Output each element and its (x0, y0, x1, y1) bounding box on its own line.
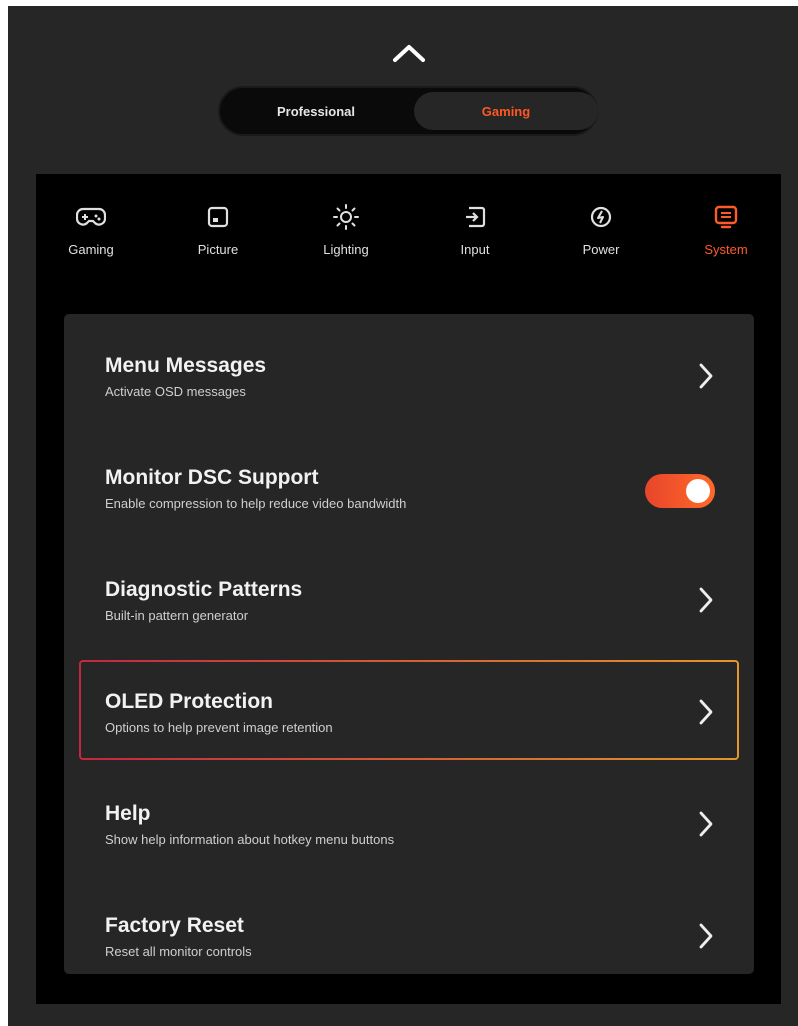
chevron-right-icon (699, 699, 713, 725)
setting-subtitle: Built-in pattern generator (105, 608, 249, 623)
chevron-right-icon (699, 923, 713, 949)
tab-picture[interactable]: Picture (173, 202, 263, 272)
setting-title: Help (105, 802, 151, 825)
setting-subtitle: Activate OSD messages (105, 384, 246, 399)
chevron-right-icon (699, 811, 713, 837)
setting-oled-protection[interactable]: OLED Protection Options to help prevent … (79, 660, 739, 760)
power-icon (590, 206, 612, 228)
setting-diagnostic-patterns[interactable]: Diagnostic Patterns Built-in pattern gen… (79, 548, 739, 648)
system-icon (714, 205, 738, 229)
settings-panel: Gaming Picture Lighting Input Power Syst… (36, 174, 781, 1004)
setting-title: OLED Protection (105, 690, 274, 713)
tab-label: Input (460, 242, 490, 257)
setting-subtitle: Show help information about hotkey menu … (105, 832, 395, 847)
mode-gaming-button[interactable]: Gaming (414, 92, 598, 130)
picture-icon (207, 206, 229, 228)
mode-professional-button[interactable]: Professional (224, 92, 408, 130)
chevron-right-icon (699, 587, 713, 613)
setting-title: Factory Reset (105, 914, 244, 937)
setting-title: Monitor DSC Support (105, 466, 319, 489)
tab-label: Gaming (68, 242, 114, 257)
setting-menu-messages[interactable]: Menu Messages Activate OSD messages (79, 324, 739, 424)
setting-subtitle: Reset all monitor controls (105, 944, 252, 959)
chevron-up-icon (393, 45, 425, 62)
setting-factory-reset[interactable]: Factory Reset Reset all monitor controls (79, 884, 739, 984)
toggle-knob (686, 479, 710, 503)
setting-title: Diagnostic Patterns (105, 578, 303, 601)
collapse-button[interactable] (389, 38, 429, 68)
tab-system[interactable]: System (681, 202, 771, 272)
setting-monitor-dsc-support: Monitor DSC Support Enable compression t… (79, 436, 739, 536)
tab-label: Lighting (323, 242, 369, 257)
mode-toggle: Professional Gaming (218, 86, 598, 136)
chevron-right-icon (699, 363, 713, 389)
setting-title: Menu Messages (105, 354, 267, 377)
osd-screen: Professional Gaming Gaming Picture Light… (8, 6, 798, 1026)
dsc-toggle-switch[interactable] (645, 474, 715, 508)
gamepad-icon (76, 207, 106, 226)
tab-lighting[interactable]: Lighting (301, 202, 391, 272)
input-icon (466, 206, 486, 228)
setting-subtitle: Enable compression to help reduce video … (105, 496, 407, 511)
tab-input[interactable]: Input (430, 202, 520, 272)
tab-gaming[interactable]: Gaming (46, 202, 136, 272)
setting-help[interactable]: Help Show help information about hotkey … (79, 772, 739, 872)
setting-subtitle: Options to help prevent image retention (105, 720, 333, 735)
tab-label: System (704, 242, 748, 257)
tab-power[interactable]: Power (556, 202, 646, 272)
tab-label: Picture (197, 242, 239, 257)
tab-label: Power (582, 242, 620, 257)
settings-list: Menu Messages Activate OSD messages Moni… (64, 314, 754, 974)
lighting-icon (333, 204, 359, 230)
